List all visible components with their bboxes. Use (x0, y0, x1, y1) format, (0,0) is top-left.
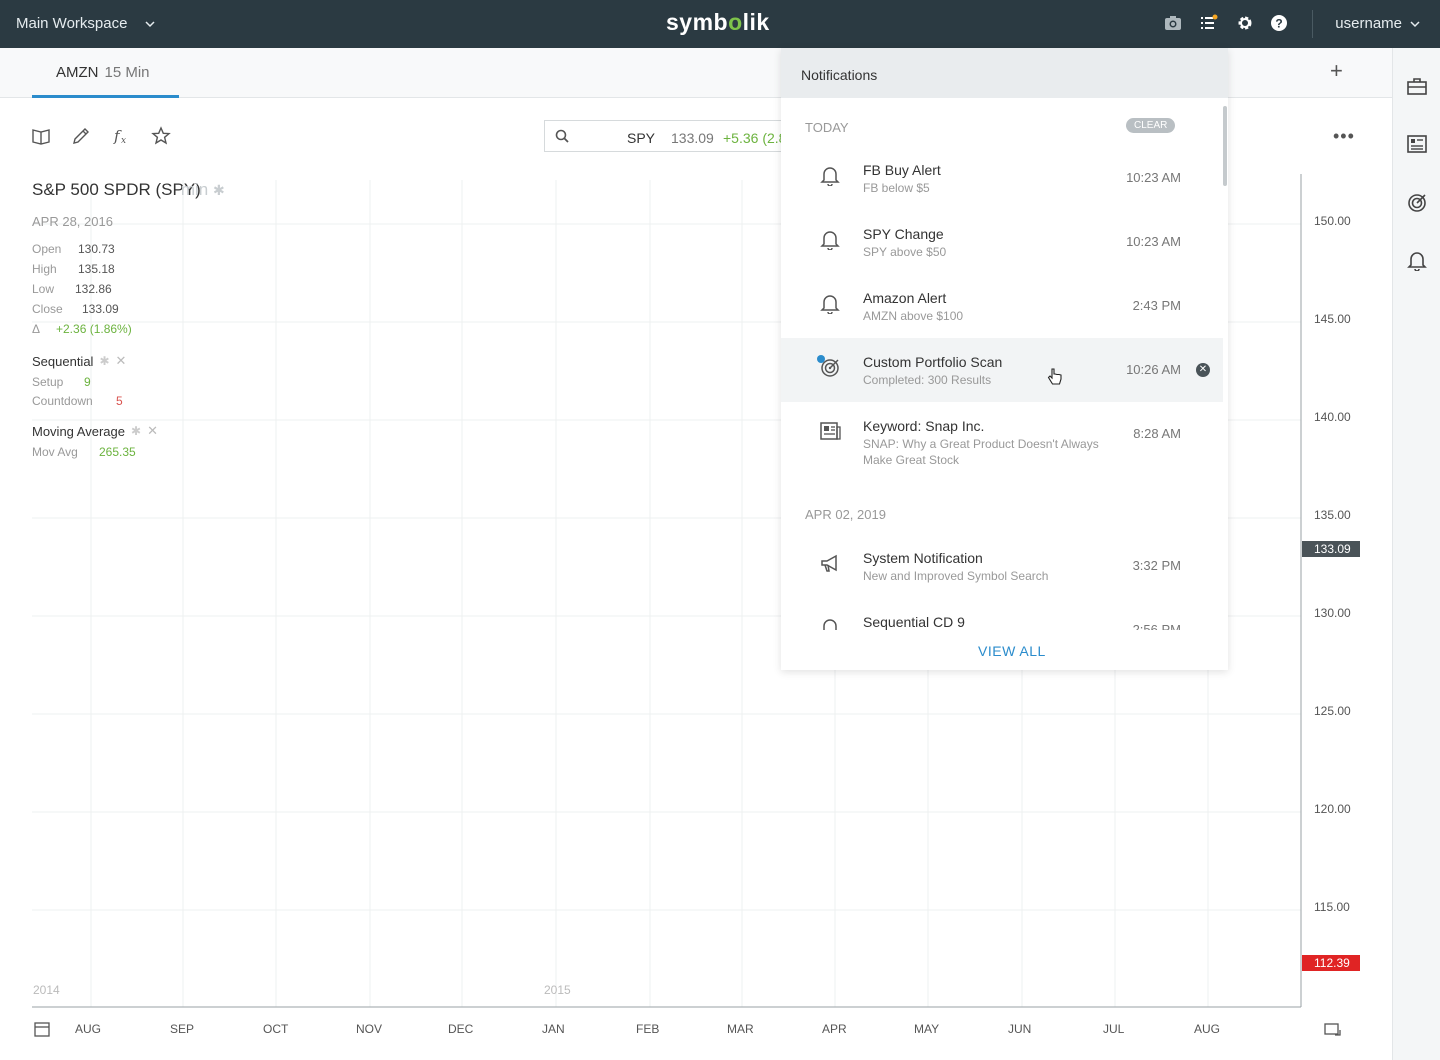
add-tab-button[interactable]: + (1330, 58, 1343, 84)
close-icon: ✕ (115, 353, 127, 368)
gear-icon: ✱ (131, 424, 142, 438)
current-price-tag: 133.09 (1302, 541, 1360, 557)
workspace-name: Main Workspace (16, 15, 128, 32)
low-price-tag: 112.39 (1302, 955, 1360, 971)
username: username (1335, 15, 1402, 32)
indicator-moving-average[interactable]: Moving Average ✱ ✕ (32, 423, 225, 439)
hand-cursor-icon (1047, 368, 1062, 385)
notification-item[interactable]: SPY Change SPY above $50 10:23 AM (781, 210, 1223, 274)
notification-item[interactable]: FB Buy Alert FB below $5 10:23 AM (781, 146, 1223, 210)
user-menu[interactable]: username (1335, 15, 1420, 32)
x-tick: JAN (542, 1022, 565, 1036)
y-tick: 120.00 (1314, 802, 1351, 816)
ohlc-readout: Open 130.73 High 135.18 Low 132.86 Close 133… (32, 242, 132, 336)
search-change: +5.36 (2.8 (723, 130, 787, 146)
notification-item[interactable]: Keyword: Snap Inc. SNAP: Why a Great Pro… (781, 402, 1223, 486)
right-sidebar (1392, 48, 1440, 1060)
y-tick: 140.00 (1314, 410, 1351, 424)
search-price: 133.09 (671, 130, 714, 146)
notification-item[interactable]: Custom Portfolio Scan Completed: 300 Res… (781, 338, 1223, 402)
dismiss-button[interactable]: ✕ (1196, 363, 1210, 377)
x-tick: OCT (263, 1022, 289, 1036)
scrollbar[interactable] (1223, 106, 1227, 186)
reset-zoom-icon[interactable] (1324, 1021, 1342, 1037)
svg-text:?: ? (1275, 17, 1282, 31)
year-label: 2015 (544, 983, 571, 997)
help-icon[interactable]: ? (1270, 14, 1288, 32)
x-tick: FEB (636, 1022, 660, 1036)
bell-icon (820, 167, 840, 186)
scanner-icon[interactable] (1406, 191, 1428, 213)
tab-amzn[interactable]: AMZN 15 Min (32, 48, 179, 98)
x-tick: DEC (448, 1022, 474, 1036)
pencil-icon[interactable] (71, 126, 91, 146)
tab-interval: 15 Min (104, 64, 150, 81)
megaphone-icon (821, 554, 837, 572)
briefcase-icon[interactable] (1406, 75, 1428, 97)
target-icon (821, 359, 839, 377)
gear-icon: ✱ (99, 354, 110, 368)
close-icon: ✕ (147, 423, 158, 438)
gear-icon: ✱ (212, 182, 225, 198)
notifications-title: Notifications (781, 48, 1228, 98)
function-icon[interactable]: fx (111, 126, 131, 146)
star-icon[interactable] (151, 126, 171, 146)
view-all-link[interactable]: VIEW ALL (978, 643, 1046, 659)
top-bar: Main Workspace symbolik ? username (0, 0, 1440, 48)
chevron-down-icon (1410, 20, 1420, 27)
section-today: TODAY (805, 120, 849, 135)
x-tick: APR (822, 1022, 847, 1036)
y-tick: 130.00 (1314, 606, 1351, 620)
notification-item[interactable]: System Notification New and Improved Sym… (781, 534, 1223, 598)
bell-icon (820, 231, 840, 250)
topbar-divider (1312, 10, 1313, 38)
calendar-icon[interactable] (34, 1021, 50, 1037)
section-date: APR 02, 2019 (805, 507, 886, 522)
chevron-down-icon (145, 20, 155, 27)
symbolik-logo: symbolik (666, 9, 770, 35)
bell-icon (823, 619, 837, 630)
search-icon (555, 129, 569, 143)
tab-symbol: AMZN (56, 64, 99, 81)
clear-button[interactable]: CLEAR (1126, 118, 1176, 133)
x-tick: JUL (1103, 1022, 1125, 1036)
camera-icon[interactable] (1164, 14, 1182, 32)
interval-faded: min (180, 180, 209, 199)
svg-text:x: x (121, 136, 126, 146)
watchlist-icon[interactable] (1200, 14, 1218, 32)
book-icon[interactable] (31, 126, 51, 146)
year-label: 2014 (33, 983, 60, 997)
alerts-icon[interactable] (1406, 249, 1428, 271)
x-tick: MAR (727, 1022, 754, 1036)
chart-legend: S&P 500 SPDR (SPY)min ✱ APR 28, 2016 Ope… (32, 180, 225, 459)
news-list-icon[interactable] (1406, 133, 1428, 155)
x-tick: JUN (1008, 1022, 1032, 1036)
workspace-selector[interactable]: Main Workspace (16, 15, 155, 32)
y-tick: 115.00 (1314, 900, 1350, 914)
x-tick: NOV (356, 1022, 383, 1036)
more-options-button[interactable]: ••• (1333, 126, 1355, 147)
notification-item[interactable]: Sequential CD 9 2:56 PM (781, 598, 1223, 630)
indicator-sequential[interactable]: Sequential ✱ ✕ (32, 353, 225, 369)
notifications-panel: Notifications TODAY CLEAR FB Buy Alert F… (781, 48, 1228, 670)
notification-item[interactable]: Amazon Alert AMZN above $100 2:43 PM (781, 274, 1223, 338)
y-tick: 125.00 (1314, 704, 1351, 718)
bar-date: APR 28, 2016 (32, 214, 113, 229)
x-tick: MAY (914, 1022, 940, 1036)
y-tick: 145.00 (1314, 312, 1351, 326)
y-tick: 150.00 (1314, 214, 1351, 228)
y-tick: 135.00 (1314, 508, 1351, 522)
x-tick: AUG (75, 1022, 102, 1036)
search-symbol: SPY (627, 130, 656, 146)
x-tick: SEP (170, 1022, 195, 1036)
bell-icon (820, 295, 840, 314)
x-tick: AUG (1194, 1022, 1221, 1036)
instrument-title: S&P 500 SPDR (SPY)min ✱ (32, 180, 225, 199)
news-icon (820, 422, 841, 440)
symbol-search[interactable]: SPY 133.09 +5.36 (2.8 (544, 120, 787, 152)
gear-icon[interactable] (1236, 14, 1254, 32)
